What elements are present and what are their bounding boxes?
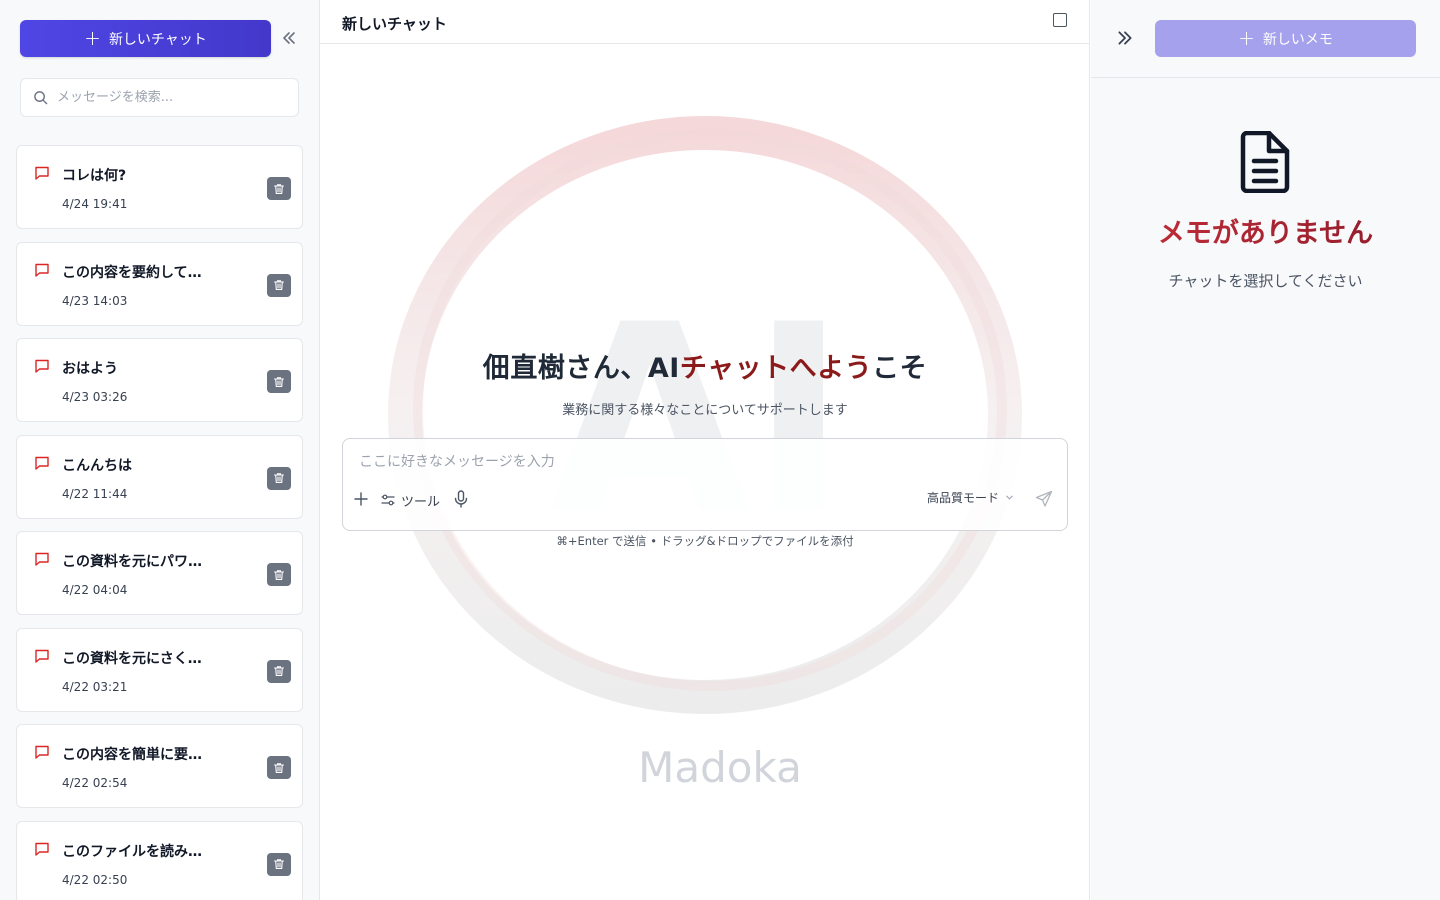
- collapse-sidebar-button[interactable]: [279, 28, 299, 48]
- message-bubble-icon: [35, 842, 49, 856]
- chat-sidebar: + 新しいチャット コレは何? 4/24 19:41 この: [0, 0, 320, 900]
- memo-header: + 新しいメモ: [1091, 0, 1440, 78]
- new-chat-label: 新しいチャット: [108, 31, 207, 48]
- chat-title: こんんちは: [62, 457, 132, 474]
- new-memo-button[interactable]: + 新しいメモ: [1155, 20, 1416, 57]
- chevron-down-icon: [1006, 495, 1013, 500]
- welcome-subtitle: 業務に関する様々なことについてサポートします: [562, 403, 848, 418]
- chat-history-item[interactable]: このファイルを読み… 4/22 02:50: [16, 820, 303, 900]
- trash-icon: [273, 280, 285, 291]
- trash-icon: [273, 859, 285, 870]
- trash-icon: [273, 376, 285, 387]
- trash-icon: [273, 666, 285, 677]
- memo-empty-hint: チャットを選択してください: [1168, 272, 1363, 290]
- chat-timestamp: 4/23 03:26: [62, 390, 128, 404]
- delete-chat-button[interactable]: [267, 756, 291, 779]
- chat-main: 新しいチャット AI Madoka 佃直樹さん、AIチャットへようこそ 業務に関…: [320, 0, 1090, 900]
- chat-timestamp: 4/22 11:44: [62, 486, 128, 501]
- chat-title: この資料を元にさく…: [62, 650, 202, 667]
- message-bubble-icon: [35, 263, 49, 277]
- message-bubble-icon: [35, 166, 49, 180]
- memo-panel: + 新しいメモ メモがありません チャットを選択してください: [1091, 0, 1440, 900]
- composer-hint: ⌘+Enter で送信 • ドラッグ&ドロップでファイルを添付: [556, 534, 854, 548]
- message-bubble-icon: [35, 745, 49, 759]
- delete-chat-button[interactable]: [267, 466, 291, 490]
- chat-history-item[interactable]: おはよう 4/23 03:26: [16, 338, 303, 422]
- message-search[interactable]: [20, 78, 299, 117]
- maximize-icon[interactable]: [1053, 13, 1067, 27]
- chat-timestamp: 4/22 02:54: [62, 776, 128, 790]
- watermark-madoka: Madoka: [638, 743, 802, 792]
- page-title: 新しいチャット: [342, 15, 447, 33]
- chat-title: おはよう: [62, 361, 118, 377]
- trash-icon: [273, 473, 285, 484]
- chat-title: この内容を簡単に要…: [62, 747, 202, 763]
- chat-history-item[interactable]: コレは何? 4/24 19:41: [16, 145, 303, 229]
- chat-title: コレは何?: [62, 168, 127, 184]
- attach-plus-icon[interactable]: [353, 491, 369, 507]
- delete-chat-button[interactable]: [267, 852, 291, 876]
- chat-history-item[interactable]: この資料を元にパワ… 4/22 04:04: [16, 531, 303, 615]
- send-icon[interactable]: [1035, 490, 1053, 508]
- delete-chat-button[interactable]: [267, 659, 291, 683]
- trash-icon: [273, 569, 285, 580]
- tools-button[interactable]: ツール: [381, 491, 441, 510]
- chat-history-item[interactable]: この資料を元にさく… 4/22 03:21: [16, 627, 303, 712]
- chat-history-list: コレは何? 4/24 19:41 この内容を要約して… 4/23 14:03 お…: [16, 145, 303, 900]
- delete-chat-button[interactable]: [267, 177, 291, 200]
- plus-icon: +: [84, 25, 101, 50]
- chevrons-left-icon: [283, 32, 295, 44]
- message-bubble-icon: [35, 552, 49, 566]
- message-bubble-icon: [35, 456, 49, 470]
- tools-label: ツール: [401, 494, 441, 510]
- trash-icon: [273, 183, 285, 194]
- sliders-icon: [381, 494, 395, 506]
- welcome-heading: 佃直樹さん、AIチャットへようこそ: [320, 346, 1089, 385]
- welcome-prefix: 佃直樹さん、AI: [482, 353, 680, 384]
- chat-timestamp: 4/22 02:50: [62, 872, 128, 887]
- message-input[interactable]: [359, 451, 1049, 475]
- search-icon: [34, 91, 48, 105]
- chat-title: このファイルを読み…: [62, 843, 202, 860]
- message-bubble-icon: [35, 649, 49, 663]
- mode-select[interactable]: 高品質モード: [927, 489, 1014, 506]
- chat-history-item[interactable]: こんんちは 4/22 11:44: [16, 434, 303, 519]
- welcome-suffix: こそ: [872, 353, 928, 384]
- welcome-accent: チャットへよう: [679, 353, 873, 384]
- mode-label: 高品質モード: [927, 491, 1000, 505]
- microphone-icon[interactable]: [453, 490, 469, 508]
- chat-title: この内容を要約して…: [62, 264, 202, 281]
- chat-history-item[interactable]: この内容を要約して… 4/23 14:03: [16, 241, 303, 326]
- search-input[interactable]: [57, 90, 277, 105]
- new-chat-button[interactable]: + 新しいチャット: [20, 20, 271, 57]
- chat-timestamp: 4/22 04:04: [62, 583, 128, 597]
- chat-title: この資料を元にパワ…: [62, 554, 202, 570]
- chat-header: 新しいチャット: [320, 0, 1089, 44]
- memo-empty-title: メモがありません: [1091, 211, 1440, 250]
- plus-icon: +: [1238, 25, 1255, 50]
- delete-chat-button[interactable]: [267, 273, 291, 297]
- delete-chat-button[interactable]: [267, 370, 291, 393]
- document-icon: [1240, 131, 1290, 193]
- chat-timestamp: 4/24 19:41: [62, 197, 128, 211]
- chat-timestamp: 4/23 14:03: [62, 293, 128, 308]
- trash-icon: [273, 762, 285, 773]
- delete-chat-button[interactable]: [267, 563, 291, 586]
- message-composer: ツール 高品質モード: [342, 438, 1068, 531]
- chevrons-right-icon[interactable]: [1116, 29, 1134, 47]
- chat-history-item[interactable]: この内容を簡単に要… 4/22 02:54: [16, 724, 303, 808]
- message-bubble-icon: [35, 359, 49, 373]
- new-memo-label: 新しいメモ: [1262, 31, 1333, 48]
- chat-timestamp: 4/22 03:21: [62, 679, 128, 694]
